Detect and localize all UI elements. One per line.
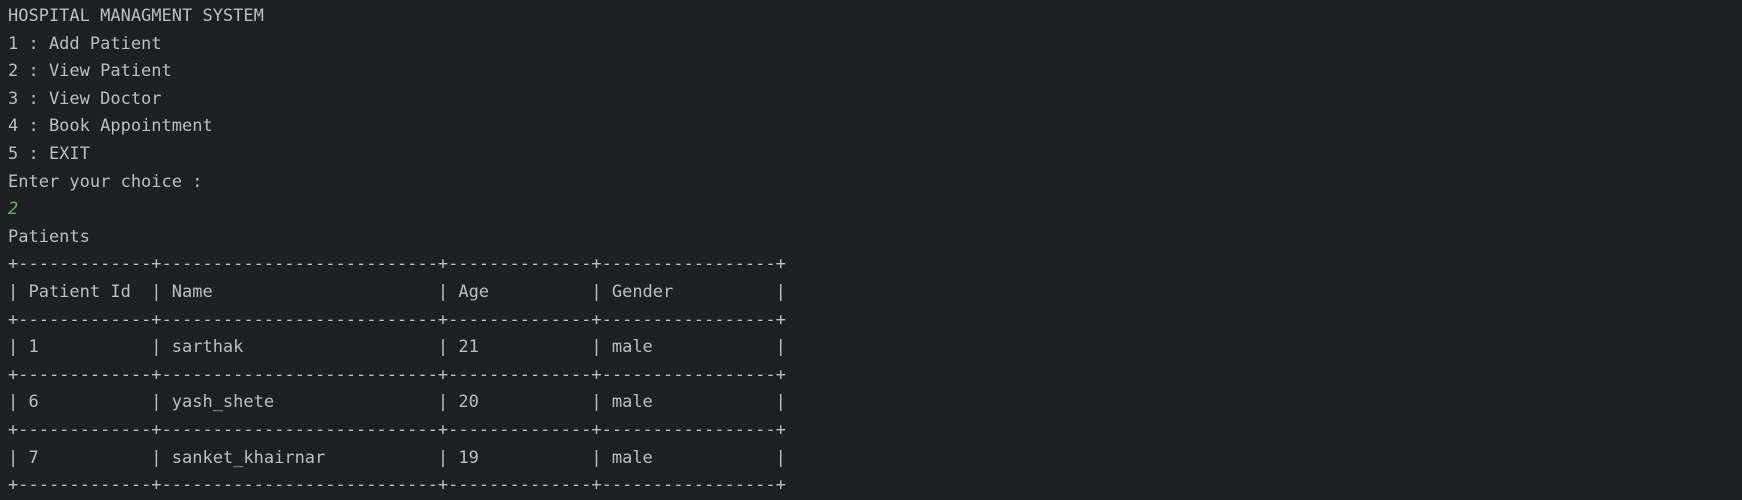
table-border: +-------------+-------------------------… xyxy=(8,254,786,275)
table-row: | 7 | sanket_khairnar | 19 | male | xyxy=(8,447,786,468)
run-console-output: HOSPITAL MANAGMENT SYSTEM 1 : Add Patien… xyxy=(8,3,786,500)
choice-prompt: Enter your choice : xyxy=(8,171,203,192)
patients-table: +-------------+-------------------------… xyxy=(8,251,786,499)
table-header: | Patient Id | Name | Age | Gender | xyxy=(8,281,786,302)
table-border: +-------------+-------------------------… xyxy=(8,364,786,385)
menu-item-view-doctor: 3 : View Doctor xyxy=(8,88,162,109)
table-border: +-------------+-------------------------… xyxy=(8,309,786,330)
user-input-echo: 2 xyxy=(8,199,19,220)
section-title: Patients xyxy=(8,226,90,247)
menu-item-view-patient: 2 : View Patient xyxy=(8,61,172,82)
table-border: +-------------+-------------------------… xyxy=(8,475,786,496)
menu-item-book-appointment: 4 : Book Appointment xyxy=(8,116,213,137)
app-title: HOSPITAL MANAGMENT SYSTEM xyxy=(8,6,264,26)
menu-item-exit: 5 : EXIT xyxy=(8,143,90,164)
menu-item-add-patient: 1 : Add Patient xyxy=(8,33,162,54)
table-row: | 6 | yash_shete | 20 | male | xyxy=(8,392,786,413)
table-row: | 1 | sarthak | 21 | male | xyxy=(8,337,786,358)
table-border: +-------------+-------------------------… xyxy=(8,419,786,440)
